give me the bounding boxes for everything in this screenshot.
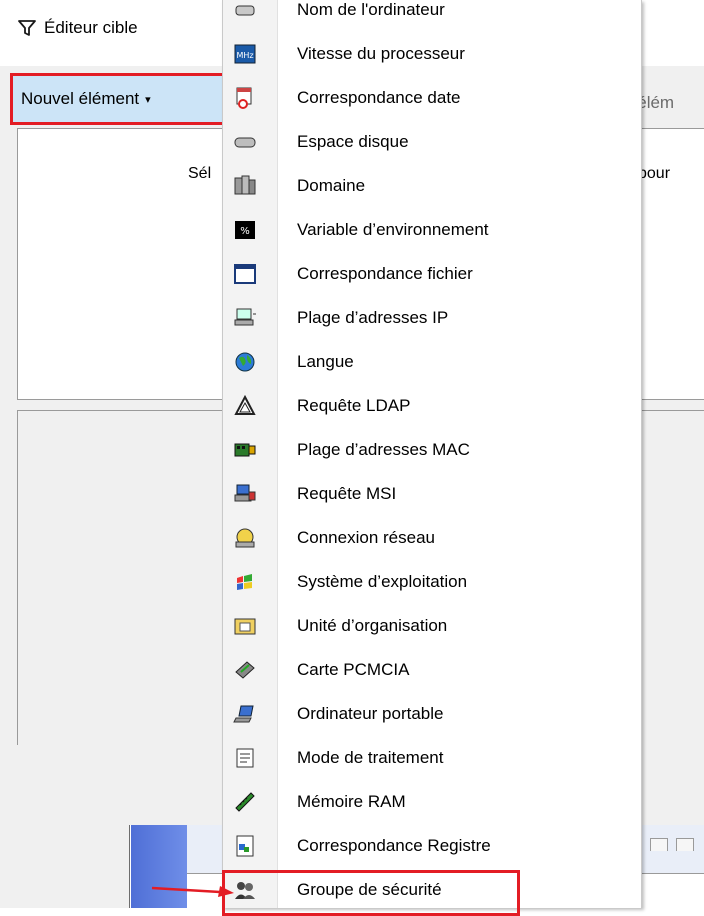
menu-item-label: Requête LDAP xyxy=(297,396,411,415)
environment-variable-icon: % xyxy=(233,218,257,242)
new-item-button-content[interactable]: Nouvel élément ▾ xyxy=(21,82,151,116)
ram-memory-icon xyxy=(233,790,257,814)
menu-item-label: Espace disque xyxy=(297,132,409,151)
editor-title-label: Éditeur cible xyxy=(44,18,138,37)
computer-name-icon xyxy=(233,0,257,22)
menu-item-label: Domaine xyxy=(297,176,366,195)
security-group-highlight xyxy=(222,870,520,916)
menu-item-language[interactable]: Langue xyxy=(223,343,641,381)
ip-range-icon xyxy=(233,306,257,330)
panel-hint-text-left: Sél xyxy=(188,165,212,182)
menu-item-label: Ordinateur portable xyxy=(297,704,444,723)
ldap-query-icon xyxy=(233,394,257,418)
chevron-down-icon: ▾ xyxy=(145,93,151,106)
svg-text:%: % xyxy=(240,226,250,237)
menu-item-label: Système d’exploitation xyxy=(297,572,468,591)
new-item-dropdown-menu: Nom de l'ordinateur MHz Vitesse du proce… xyxy=(222,0,642,908)
menu-item-label: Vitesse du processeur xyxy=(297,44,465,63)
menu-item-label: Langue xyxy=(297,352,354,371)
language-icon xyxy=(233,350,257,374)
operating-system-icon xyxy=(233,570,257,594)
menu-item-network-connection[interactable]: Connexion réseau xyxy=(223,519,641,557)
disk-space-icon xyxy=(233,130,257,154)
registry-match-icon xyxy=(233,834,257,858)
processor-speed-icon: MHz xyxy=(233,42,257,66)
red-arrow-icon xyxy=(151,886,234,897)
menu-item-registry-match[interactable]: Correspondance Registre xyxy=(223,827,641,865)
menu-item-label: Nom de l'ordinateur xyxy=(297,0,445,19)
menu-item-ldap-query[interactable]: Requête LDAP xyxy=(223,387,641,425)
menu-item-msi-query[interactable]: Requête MSI xyxy=(223,475,641,513)
background-tab xyxy=(650,838,668,851)
new-item-button-label: Nouvel élément xyxy=(21,89,140,108)
date-match-icon xyxy=(233,86,257,110)
editor-title: Éditeur cible xyxy=(18,18,138,38)
processing-mode-icon xyxy=(233,746,257,770)
menu-item-operating-system[interactable]: Système d’exploitation xyxy=(223,563,641,601)
menu-item-disk-space[interactable]: Espace disque xyxy=(223,123,641,161)
menu-item-processor-speed[interactable]: MHz Vitesse du processeur xyxy=(223,35,641,73)
menu-item-domain[interactable]: Domaine xyxy=(223,167,641,205)
menu-item-computer-name[interactable]: Nom de l'ordinateur xyxy=(223,0,641,29)
menu-item-label: Connexion réseau xyxy=(297,528,435,547)
network-connection-icon xyxy=(233,526,257,550)
menu-item-label: Correspondance Registre xyxy=(297,836,491,855)
menu-item-ram-memory[interactable]: Mémoire RAM xyxy=(223,783,641,821)
msi-query-icon xyxy=(233,482,257,506)
pcmcia-card-icon xyxy=(233,658,257,682)
menu-item-environment-variable[interactable]: % Variable d’environnement xyxy=(223,211,641,249)
menu-item-label: Unité d’organisation xyxy=(297,616,448,635)
menu-item-pcmcia-card[interactable]: Carte PCMCIA xyxy=(223,651,641,689)
laptop-icon xyxy=(233,702,257,726)
menu-item-date-match[interactable]: Correspondance date xyxy=(223,79,641,117)
menu-item-label: Mode de traitement xyxy=(297,748,444,767)
menu-item-ip-range[interactable]: Plage d’adresses IP xyxy=(223,299,641,337)
menu-item-laptop[interactable]: Ordinateur portable xyxy=(223,695,641,733)
menu-item-label: Requête MSI xyxy=(297,484,397,503)
filter-icon xyxy=(18,20,36,36)
background-tab xyxy=(676,838,694,851)
file-match-icon xyxy=(233,262,257,286)
menu-item-label: Correspondance date xyxy=(297,88,461,107)
menu-item-mac-range[interactable]: Plage d’adresses MAC xyxy=(223,431,641,469)
menu-item-label: Carte PCMCIA xyxy=(297,660,410,679)
menu-item-processing-mode[interactable]: Mode de traitement xyxy=(223,739,641,777)
menu-item-label: Plage d’adresses MAC xyxy=(297,440,470,459)
menu-item-file-match[interactable]: Correspondance fichier xyxy=(223,255,641,293)
mac-range-icon xyxy=(233,438,257,462)
svg-text:MHz: MHz xyxy=(236,51,253,60)
panel-hint-text-right: pour xyxy=(638,165,671,182)
menu-item-label: Mémoire RAM xyxy=(297,792,406,811)
domain-icon xyxy=(233,174,257,198)
new-item-button[interactable]: Nouvel élément ▾ xyxy=(10,73,226,125)
menu-item-label: Correspondance fichier xyxy=(297,264,473,283)
organizational-unit-icon xyxy=(233,614,257,638)
menu-item-label: Plage d’adresses IP xyxy=(297,308,449,327)
menu-item-organizational-unit[interactable]: Unité d’organisation xyxy=(223,607,641,645)
menu-item-label: Variable d’environnement xyxy=(297,220,489,239)
